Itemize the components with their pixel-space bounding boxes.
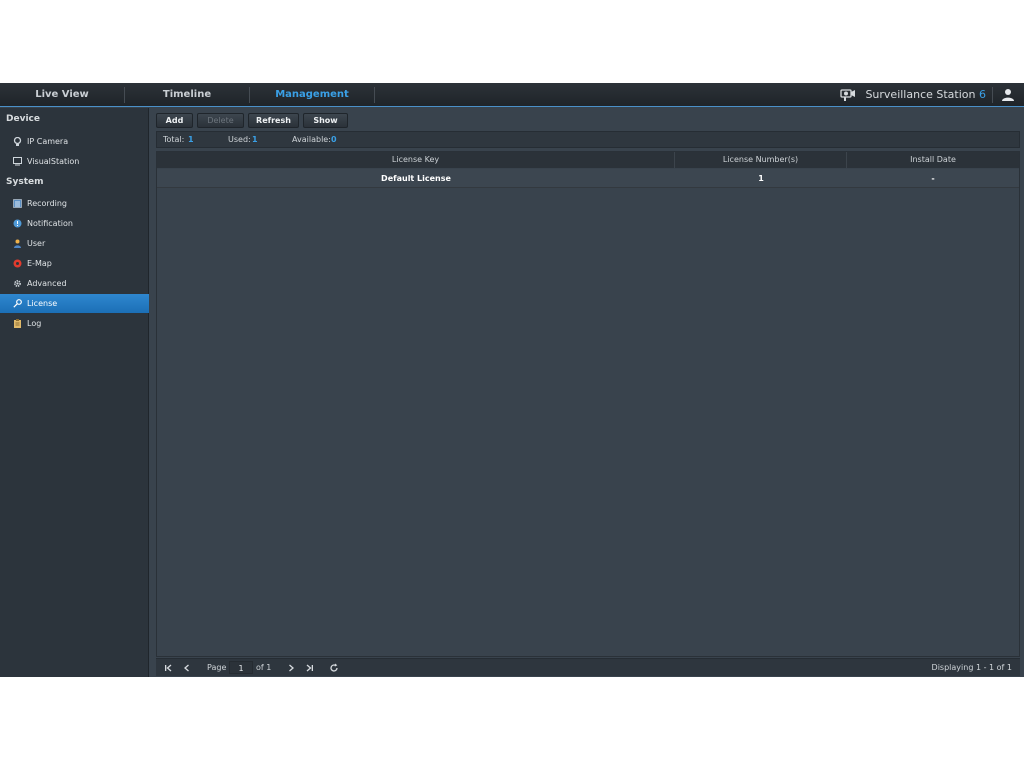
used-label: Used: <box>228 135 251 144</box>
delete-button[interactable]: Delete <box>197 113 244 128</box>
column-header-license-key[interactable]: License Key <box>157 152 675 168</box>
brand-name: Surveillance Station <box>865 88 979 101</box>
brand-version: 6 <box>979 88 986 101</box>
first-page-icon[interactable] <box>162 662 174 674</box>
cell-license-number: 1 <box>758 174 764 183</box>
log-clipboard-icon <box>14 319 21 328</box>
pagination-bar: Page 1 of 1 Displaying 1 - 1 of 1 <box>156 658 1020 676</box>
column-header-install-date[interactable]: Install Date <box>847 152 1019 168</box>
sidebar-item-recording[interactable]: Recording <box>0 194 149 213</box>
toolbar-divider <box>992 87 993 103</box>
gear-icon <box>14 280 21 287</box>
last-page-icon[interactable] <box>304 662 316 674</box>
tab-live-view[interactable]: Live View <box>0 83 124 107</box>
sidebar-item-label: VisualStation <box>27 157 80 166</box>
add-button[interactable]: Add <box>156 113 193 128</box>
sidebar-item-label: Notification <box>27 219 73 228</box>
refresh-button[interactable]: Refresh <box>248 113 299 128</box>
sidebar-item-user[interactable]: User <box>0 234 149 253</box>
tab-management[interactable]: Management <box>250 83 374 107</box>
table-row[interactable]: Default License 1 - <box>157 169 1019 188</box>
sidebar-item-label: License <box>27 299 58 308</box>
page-label: Page <box>207 663 227 672</box>
available-value: 0 <box>331 135 337 144</box>
recording-list-icon <box>13 199 22 208</box>
sidebar-group-system: System <box>6 177 44 187</box>
sidebar-item-label: Advanced <box>27 279 67 288</box>
monitor-icon <box>13 157 22 166</box>
sidebar-item-e-map[interactable]: E-Map <box>0 254 149 273</box>
top-navigation-bar: Live View Timeline Management Surveillan… <box>0 83 1024 107</box>
key-icon <box>13 299 22 308</box>
sidebar-item-label: Log <box>27 319 42 328</box>
user-account-icon[interactable] <box>1001 88 1015 102</box>
app-window: Live View Timeline Management Surveillan… <box>0 83 1024 677</box>
sidebar-group-device: Device <box>6 114 40 124</box>
sidebar-item-license[interactable]: License <box>0 294 149 313</box>
notification-icon <box>13 219 22 228</box>
column-header-license-numbers[interactable]: License Number(s) <box>675 152 847 168</box>
next-page-icon[interactable] <box>285 662 297 674</box>
license-table: License Key License Number(s) Install Da… <box>156 151 1020 657</box>
brand-title: Surveillance Station 6 <box>865 83 986 107</box>
map-pin-icon <box>13 259 22 268</box>
displaying-count: Displaying 1 - 1 of 1 <box>931 663 1012 672</box>
sidebar-item-label: IP Camera <box>27 137 69 146</box>
sidebar-item-ip-camera[interactable]: IP Camera <box>0 132 149 151</box>
license-panel: Add Delete Refresh Show Total: 1 Used: 1… <box>156 110 1020 676</box>
sidebar-item-label: Recording <box>27 199 68 208</box>
cell-install-date: - <box>931 174 935 183</box>
total-label: Total: <box>163 135 185 144</box>
tab-divider <box>374 87 375 103</box>
page-total-label: of 1 <box>256 663 272 672</box>
sidebar-item-log[interactable]: Log <box>0 314 149 333</box>
page-number-input[interactable]: 1 <box>229 661 253 674</box>
user-icon <box>14 239 21 248</box>
sidebar-item-notification[interactable]: Notification <box>0 214 149 233</box>
show-button[interactable]: Show <box>303 113 348 128</box>
refresh-icon[interactable] <box>328 662 340 674</box>
sidebar-item-advanced[interactable]: Advanced <box>0 274 149 293</box>
tab-timeline[interactable]: Timeline <box>125 83 249 107</box>
total-value: 1 <box>188 135 194 144</box>
sidebar-item-label: User <box>27 239 46 248</box>
license-summary: Total: 1 Used: 1 Available: 0 <box>156 131 1020 148</box>
cell-license-key: Default License <box>381 174 451 183</box>
sidebar-item-visualstation[interactable]: VisualStation <box>0 152 149 171</box>
surveillance-camera-icon <box>840 89 855 101</box>
sidebar-item-label: E-Map <box>27 259 52 268</box>
sidebar: Device IP Camera VisualStation System Re… <box>0 108 149 677</box>
available-label: Available: <box>292 135 331 144</box>
camera-icon <box>13 137 22 146</box>
used-value: 1 <box>252 135 258 144</box>
table-header: License Key License Number(s) Install Da… <box>157 152 1019 168</box>
previous-page-icon[interactable] <box>181 662 193 674</box>
